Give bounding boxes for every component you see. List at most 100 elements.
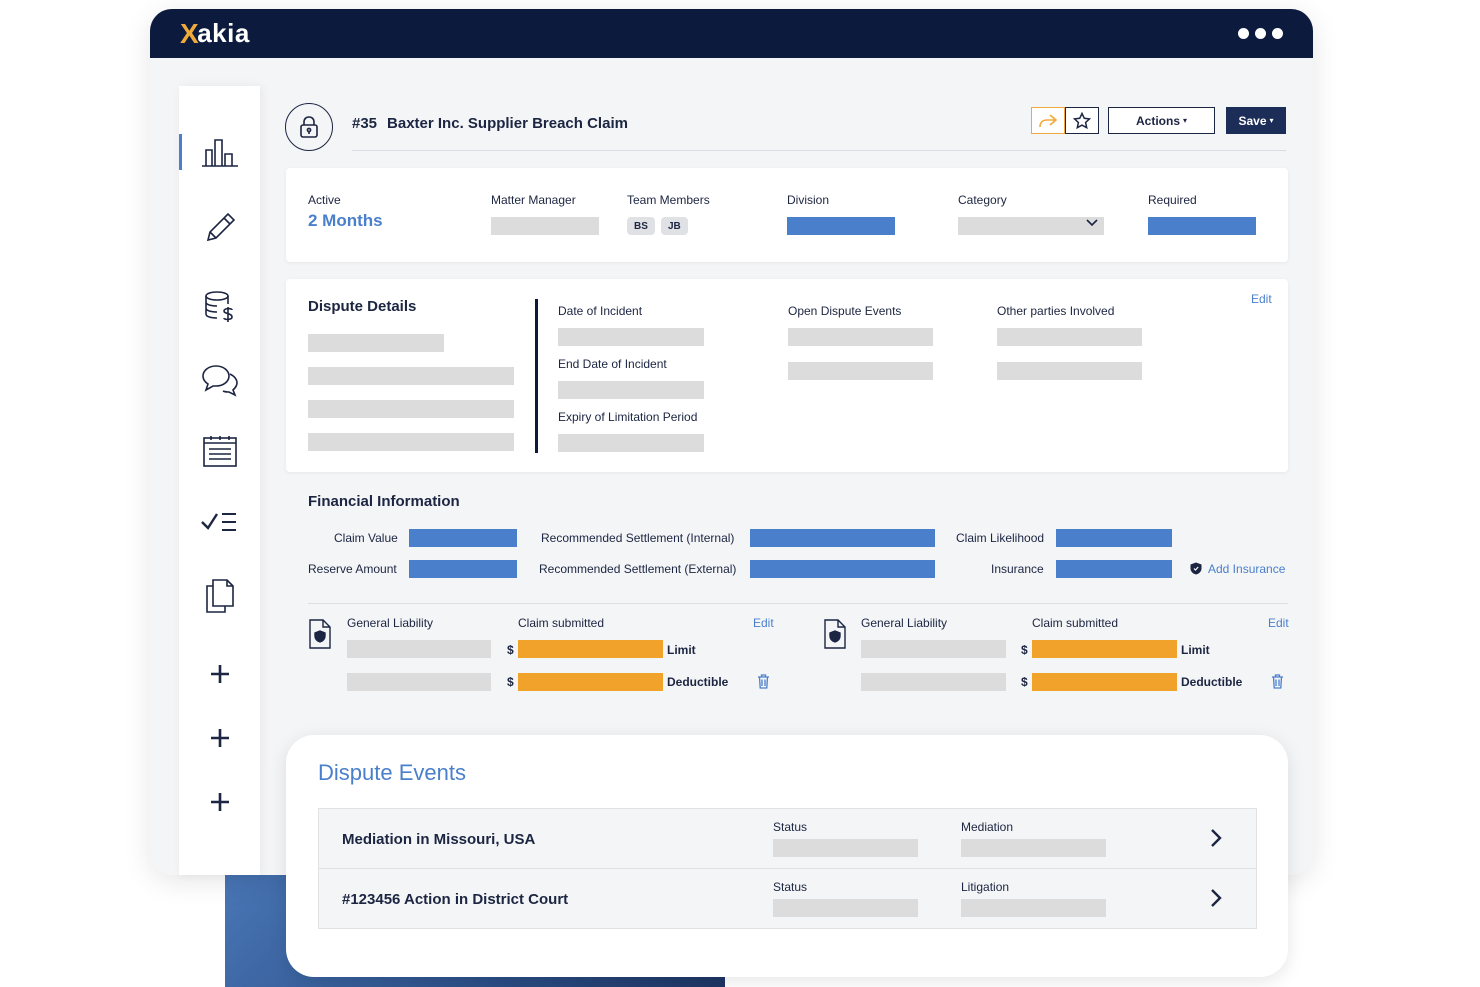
chevron-right-icon <box>1211 829 1222 847</box>
deductible-field[interactable] <box>1032 673 1177 691</box>
trash-icon[interactable] <box>757 674 770 689</box>
plus-icon <box>210 665 229 683</box>
policy-type-label: General Liability <box>347 616 434 630</box>
sidebar-add-button-3[interactable] <box>179 780 260 824</box>
dispute-details-edit-link[interactable]: Edit <box>1251 292 1272 306</box>
other-parties-label: Other parties Involved <box>997 304 1115 318</box>
rec-settlement-internal-label: Recommended Settlement (Internal) <box>541 531 735 545</box>
caret-down-icon: ▾ <box>1183 116 1188 125</box>
claim-submitted-label: Claim submitted <box>1032 616 1119 630</box>
matter-lock-button[interactable] <box>285 103 333 151</box>
reserve-amount-field[interactable] <box>409 560 517 578</box>
division-field[interactable] <box>787 217 895 235</box>
rec-settlement-external-label: Recommended Settlement (External) <box>539 562 737 576</box>
dispute-event-row[interactable]: #123456 Action in District Court Status … <box>318 868 1257 929</box>
favorite-button[interactable] <box>1065 107 1099 134</box>
team-member-chip[interactable]: BS <box>627 217 655 235</box>
save-button[interactable]: Save ▾ <box>1226 107 1286 134</box>
division-label: Division <box>787 193 830 207</box>
insurance-field[interactable] <box>1056 560 1172 578</box>
dispute-detail-field[interactable] <box>308 400 514 418</box>
star-icon <box>1073 111 1091 129</box>
sidebar-item-dashboard[interactable] <box>179 130 260 174</box>
deductible-label: Deductible <box>1181 675 1243 689</box>
checklist-icon <box>200 513 236 531</box>
share-button[interactable] <box>1031 107 1065 134</box>
add-insurance-link[interactable]: Add Insurance <box>1208 562 1285 576</box>
other-parties-field[interactable] <box>997 328 1142 346</box>
claim-value-field[interactable] <box>409 529 517 547</box>
other-parties-field[interactable] <box>997 362 1142 380</box>
team-member-chip[interactable]: JB <box>661 217 688 235</box>
top-bar: Xakia <box>150 9 1313 58</box>
policy-document-icon <box>309 619 331 649</box>
open-dispute-events-field[interactable] <box>788 362 933 380</box>
dispute-detail-field[interactable] <box>308 433 514 451</box>
sidebar-add-button-1[interactable] <box>179 652 260 696</box>
date-of-incident-field[interactable] <box>558 328 704 346</box>
open-dispute-events-field[interactable] <box>788 328 933 346</box>
policy-type-field[interactable] <box>347 673 491 691</box>
dispute-detail-field[interactable] <box>308 334 444 352</box>
policy-type-field[interactable] <box>347 640 491 658</box>
lock-icon <box>300 116 318 138</box>
matter-number: #35 <box>352 115 378 132</box>
plus-icon <box>210 793 229 811</box>
required-label: Required <box>1148 193 1197 207</box>
xakia-logo[interactable]: Xakia <box>180 18 250 50</box>
rec-settlement-internal-field[interactable] <box>750 529 935 547</box>
policy-type-field[interactable] <box>861 673 1006 691</box>
required-field[interactable] <box>1148 217 1256 235</box>
more-menu-icon[interactable] <box>1238 28 1283 39</box>
expiry-label: Expiry of Limitation Period <box>558 410 698 424</box>
sidebar-add-button-2[interactable] <box>179 716 260 760</box>
matter-manager-field[interactable] <box>491 217 599 235</box>
event-status-field[interactable] <box>773 839 918 857</box>
event-status-field[interactable] <box>773 899 918 917</box>
deductible-label: Deductible <box>667 675 729 689</box>
dispute-detail-field[interactable] <box>308 367 514 385</box>
limit-field[interactable] <box>518 640 663 658</box>
dispute-details-title: Dispute Details <box>308 298 417 315</box>
pencil-icon <box>206 212 235 242</box>
category-select[interactable] <box>958 217 1104 235</box>
policy-edit-link[interactable]: Edit <box>753 616 774 630</box>
deductible-field[interactable] <box>518 673 663 691</box>
active-label: Active <box>308 193 341 207</box>
sidebar-item-calendar[interactable] <box>179 430 260 474</box>
expiry-field[interactable] <box>558 434 704 452</box>
financial-divider <box>308 603 1288 604</box>
claim-likelihood-field[interactable] <box>1056 529 1172 547</box>
open-dispute-events-label: Open Dispute Events <box>788 304 902 318</box>
sidebar-item-messages[interactable] <box>179 358 260 402</box>
policy-edit-link[interactable]: Edit <box>1268 616 1289 630</box>
stage: Xakia #35 Baxter Inc. Supplier Breach Cl… <box>0 0 1480 987</box>
currency-symbol: $ <box>507 675 514 689</box>
currency-symbol: $ <box>1021 675 1028 689</box>
end-date-field[interactable] <box>558 381 704 399</box>
actions-dropdown-button[interactable]: Actions ▾ <box>1108 107 1215 134</box>
trash-icon[interactable] <box>1271 674 1284 689</box>
event-name: #123456 Action in District Court <box>342 891 569 908</box>
event-name: Mediation in Missouri, USA <box>342 831 536 848</box>
sidebar-item-tasks[interactable] <box>179 500 260 544</box>
chevron-down-icon <box>1086 219 1098 227</box>
header-divider <box>352 150 1286 151</box>
documents-icon <box>205 579 234 613</box>
sidebar-item-finance[interactable] <box>179 286 260 330</box>
event-status-label: Status <box>773 820 808 834</box>
event-type-field[interactable] <box>961 839 1106 857</box>
claim-value-label: Claim Value <box>334 531 398 545</box>
chevron-right-icon <box>1211 889 1222 907</box>
dispute-event-row[interactable]: Mediation in Missouri, USA Status Mediat… <box>318 808 1257 869</box>
event-type-label: Litigation <box>961 880 1010 894</box>
sidebar-item-edit[interactable] <box>179 206 260 250</box>
matter-name: Baxter Inc. Supplier Breach Claim <box>387 115 628 132</box>
caret-down-icon: ▾ <box>1269 116 1274 125</box>
limit-field[interactable] <box>1032 640 1177 658</box>
bar-chart-icon <box>201 139 238 167</box>
event-type-field[interactable] <box>961 899 1106 917</box>
sidebar-item-documents[interactable] <box>179 574 260 618</box>
policy-type-field[interactable] <box>861 640 1006 658</box>
rec-settlement-external-field[interactable] <box>750 560 935 578</box>
